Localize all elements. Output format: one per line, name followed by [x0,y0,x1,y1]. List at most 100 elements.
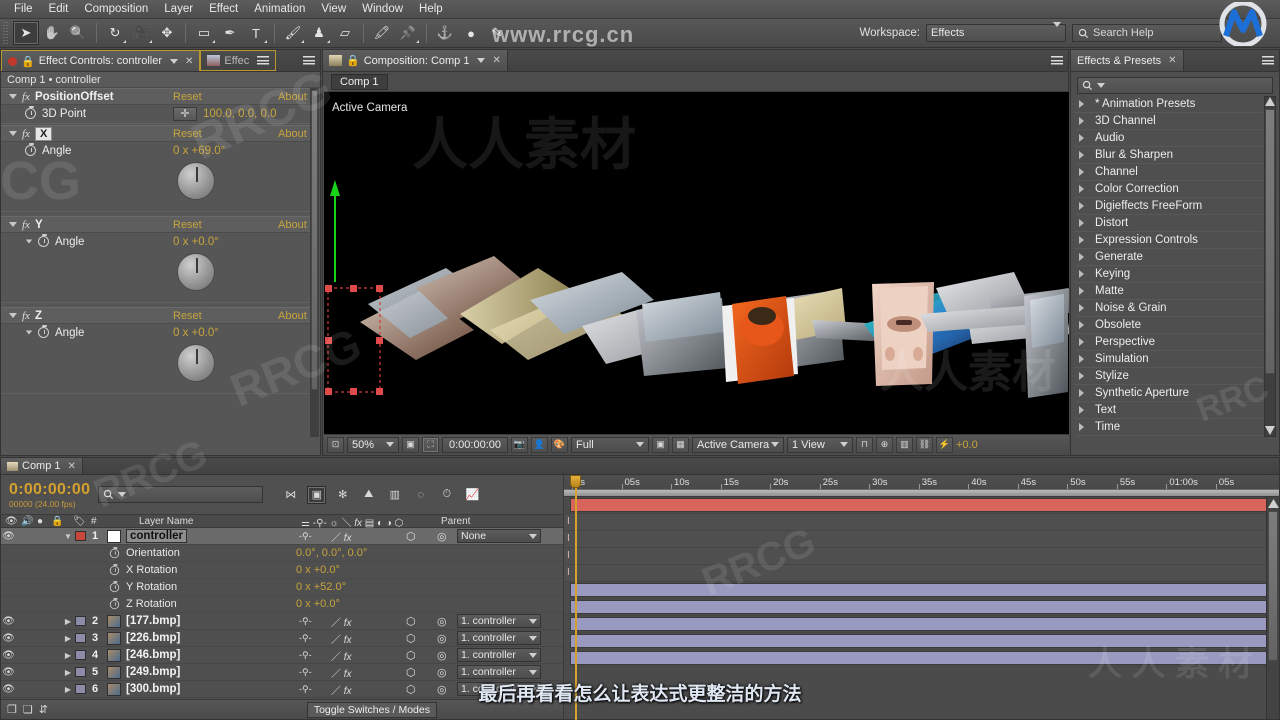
effect-property-row[interactable]: Angle 0 x +0.0° [1,324,310,341]
disclosure-triangle-icon-prop[interactable] [25,239,33,244]
timeline-property-value[interactable]: 0 x +0.0° [296,598,340,610]
effect-group-x[interactable]: fx X Reset About [1,125,310,142]
layer-transfer-mode-icons[interactable]: ／ fx [331,648,352,663]
motion-blur-icon[interactable]: ▥ [385,486,404,504]
transparency-grid-icon[interactable]: ▦ [672,436,689,453]
effects-category-distort[interactable]: Distort [1075,215,1263,232]
layer-motion-blur-icon[interactable]: ◎ [437,530,447,543]
layer-duration-bar[interactable] [570,498,1273,512]
disclosure-triangle-icon-ep[interactable] [1079,355,1084,363]
layer-transfer-mode-icons[interactable]: ／ fx [331,529,352,544]
effect-group-y[interactable]: fx Y Reset About [1,216,310,233]
camera-view-select[interactable]: Active Camera [692,436,784,453]
layer-transfer-mode-icons[interactable]: ／ fx [331,665,352,680]
scroll-down-arrow-icon[interactable] [1265,426,1275,435]
panel-menu-icon[interactable] [257,56,270,65]
layer-color-swatch[interactable] [75,633,86,643]
timeline-bar-track[interactable] [564,650,1279,667]
layer-parent-select[interactable]: None [457,529,541,543]
layer-motion-blur-icon[interactable]: ◎ [437,649,447,662]
layer-disclosure-icon[interactable]: ▶ [61,651,75,660]
layer-visibility-icon[interactable]: 👁 [1,667,16,678]
disclosure-triangle-icon-ep[interactable] [1079,287,1084,295]
disclosure-triangle-icon-ep[interactable] [1079,168,1084,176]
fx-icon[interactable]: fx [22,91,30,103]
comp-timecode[interactable]: 0:00:00:00 [442,436,508,453]
layer-motion-blur-icon[interactable]: ◎ [437,615,447,628]
fx-icon[interactable]: fx [22,128,30,140]
effect-property-value[interactable]: 0 x +0.0° [173,327,219,339]
reset-link[interactable]: Reset [173,310,202,322]
disclosure-triangle-icon-ep[interactable] [1079,304,1084,312]
magnification-select[interactable]: 50% [347,436,399,453]
stopwatch-icon[interactable] [25,106,36,119]
layer-duration-bar[interactable] [570,600,1273,614]
layer-duration-bar[interactable] [570,651,1273,665]
selection-tool[interactable]: ➤ [13,21,39,45]
disclosure-triangle-icon-ep[interactable] [1079,389,1084,397]
disclosure-triangle-icon-ep[interactable] [1079,151,1084,159]
layer-color-swatch[interactable] [75,531,86,541]
composition-panel-menu[interactable] [1046,50,1068,71]
disclosure-triangle-icon-ep[interactable] [1079,253,1084,261]
disclosure-triangle-icon-ep[interactable] [1079,219,1084,227]
disclosure-triangle-icon-ep[interactable] [1079,321,1084,329]
tab-effects-secondary[interactable]: Effec [200,50,277,71]
layer-transfer-mode-icons[interactable]: ／ fx [331,614,352,629]
layer-name[interactable]: [249.bmp] [126,666,180,678]
stopwatch-icon[interactable] [38,325,49,338]
layer-name[interactable]: [177.bmp] [126,615,180,627]
effects-category-3d-channel[interactable]: 3D Channel [1075,113,1263,130]
graph-editor-icon[interactable]: 📈 [463,486,482,504]
layer-name[interactable]: [246.bmp] [126,649,180,661]
timeline-property-row[interactable]: Y Rotation 0 x +52.0° [1,579,563,596]
layer-3d-icon[interactable]: ⬡ [406,666,416,679]
rotation-tool[interactable]: ↻ [102,21,128,45]
workspace-select[interactable]: Effects [926,22,1066,42]
zoom-tool[interactable]: 🔍 [65,21,91,45]
shape-tool[interactable]: ▭ [191,21,217,45]
layer-3d-icon[interactable]: ⬡ [406,649,416,662]
effects-category-keying[interactable]: Keying [1075,266,1263,283]
scrollbar-thumb[interactable] [311,90,318,390]
effects-category-time[interactable]: Time [1075,419,1263,436]
angle-dial[interactable] [177,162,215,200]
effects-category-channel[interactable]: Channel [1075,164,1263,181]
tab-timeline-comp1[interactable]: Comp 1 ✕ [1,458,83,474]
menu-item-layer[interactable]: Layer [156,1,201,17]
brush-tool[interactable]: 🖌 [280,21,306,45]
timeline-search-input[interactable] [98,486,264,503]
effects-category-simulation[interactable]: Simulation [1075,351,1263,368]
effects-presets-panel-menu[interactable] [1257,50,1279,71]
effects-category-animation-presets[interactable]: * Animation Presets [1075,96,1263,113]
disclosure-triangle-icon-ep[interactable] [1079,134,1084,142]
eraser-tool[interactable]: ▱ [332,21,358,45]
timeline-property-row[interactable]: Orientation 0.0°, 0.0°, 0.0° [1,545,563,562]
layer-transfer-mode-icons[interactable]: ／ fx [331,631,352,646]
menu-item-window[interactable]: Window [354,1,411,17]
mask-feather-tool[interactable]: ● [458,21,484,45]
effect-group-z[interactable]: fx Z Reset About [1,307,310,324]
brainstorm-icon[interactable]: ◌ [411,486,430,504]
snapshot-icon[interactable]: 📷 [511,436,528,453]
scroll-up-arrow-icon[interactable] [1265,97,1275,106]
menu-item-view[interactable]: View [313,1,354,17]
effects-category-blur-sharpen[interactable]: Blur & Sharpen [1075,147,1263,164]
pixel-aspect-icon[interactable]: ⊓ [856,436,873,453]
timeline-ruler[interactable]: 0s05s10s15s20s25s30s35s40s45s50s55s01:00… [564,475,1279,497]
effect-controls-panel-menu[interactable] [298,50,320,71]
close-icon-ep[interactable]: ✕ [1165,55,1176,66]
scroll-up-arrow-icon-tl[interactable] [1268,499,1279,508]
work-area-bar[interactable] [564,489,1279,496]
timeline-property-row[interactable]: Z Rotation 0 x +0.0° [1,596,563,613]
composition-viewer[interactable]: Active Camera [324,92,1069,434]
draft-3d-icon[interactable]: ▣ [307,485,327,504]
layer-duration-bar[interactable] [570,634,1273,648]
effects-search-input[interactable] [1077,77,1273,94]
tab-menu-chevron-icon[interactable] [170,58,178,64]
layer-switch-icons[interactable]: -⚲- [299,633,312,644]
timeline-bar-track[interactable] [564,616,1279,633]
layer-parent-select[interactable]: 1. controller [457,614,541,628]
toolbar-grip[interactable] [2,22,10,44]
search-help-input[interactable]: Search Help [1072,24,1222,42]
